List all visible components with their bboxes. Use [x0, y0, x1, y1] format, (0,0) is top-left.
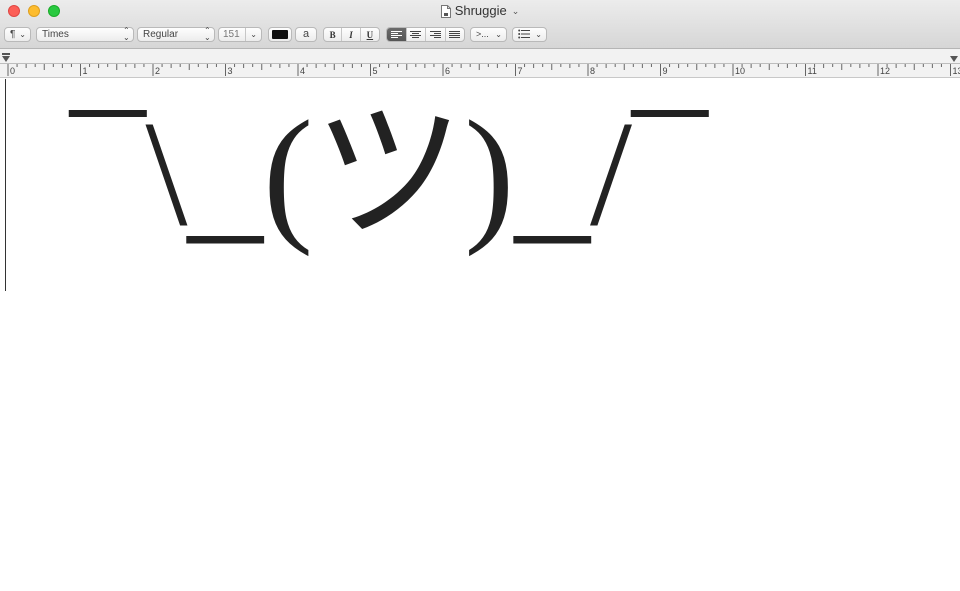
ruler[interactable]: 012345678910111213: [0, 49, 960, 78]
chevron-down-icon: ⌄: [535, 30, 542, 39]
line-spacing-label: >...: [476, 29, 489, 39]
underline-button[interactable]: U: [361, 28, 379, 41]
ruler-number: 10: [735, 66, 745, 76]
chevron-down-icon: ⌄: [495, 30, 502, 39]
ruler-number: 7: [518, 66, 523, 76]
align-right-icon: [429, 30, 441, 39]
ruler-number: 3: [228, 66, 233, 76]
text-color-well[interactable]: [268, 27, 292, 42]
align-right-button[interactable]: [426, 28, 446, 41]
paragraph-styles-button[interactable]: ¶ ⌄: [4, 27, 31, 42]
ruler-number: 2: [155, 66, 160, 76]
align-center-button[interactable]: [407, 28, 426, 41]
italic-button[interactable]: I: [342, 28, 361, 41]
first-line-indent-marker[interactable]: [2, 53, 10, 55]
list-icon: [518, 29, 530, 39]
ruler-number: 8: [590, 66, 595, 76]
document-text[interactable]: ¯\_(ツ)_/¯: [70, 78, 707, 268]
chevron-down-icon: ⌄: [19, 30, 26, 39]
ruler-number: 5: [373, 66, 378, 76]
ruler-number: 11: [808, 66, 817, 76]
stepper-arrows-icon: ⌃ ⌄: [123, 26, 130, 42]
style-segmented-control: B I U: [323, 27, 380, 42]
font-family-select[interactable]: Times ⌃ ⌄: [36, 27, 134, 42]
highlight-color-button[interactable]: a: [295, 27, 317, 42]
right-indent-marker[interactable]: [950, 56, 958, 62]
ruler-number: 6: [445, 66, 450, 76]
chevron-down-icon[interactable]: ⌄: [512, 6, 520, 17]
paragraph-styles-label: ¶: [10, 29, 16, 40]
alignment-segmented-control: [386, 27, 465, 42]
window-title-area[interactable]: Shruggie ⌄: [0, 2, 960, 20]
ruler-number: 0: [10, 66, 15, 76]
justify-icon: [449, 30, 461, 39]
text-color-swatch: [272, 30, 288, 39]
left-indent-marker[interactable]: [2, 56, 10, 62]
align-left-button[interactable]: [387, 28, 407, 41]
ruler-number: 13: [953, 66, 960, 76]
font-style-select[interactable]: Regular ⌃ ⌄: [137, 27, 215, 42]
title-bar: Shruggie ⌄ ¶ ⌄ Times ⌃ ⌄ Regular ⌃ ⌄ 151 ⌄…: [0, 0, 960, 49]
font-size-combo[interactable]: 151 ⌄: [218, 27, 262, 42]
document-area[interactable]: ¯\_(ツ)_/¯: [0, 78, 960, 591]
stepper-arrows-icon: ⌃ ⌄: [204, 26, 211, 42]
ruler-number: 9: [663, 66, 668, 76]
font-size-value[interactable]: 151: [219, 29, 240, 40]
window-title: Shruggie: [454, 3, 507, 18]
text-caret: [5, 79, 6, 291]
font-style-value: Regular: [143, 29, 179, 40]
line-spacing-button[interactable]: >... ⌄: [470, 27, 507, 42]
font-family-value: Times: [42, 29, 69, 40]
align-left-icon: [390, 30, 402, 39]
ruler-number: 4: [300, 66, 305, 76]
ruler-number: 1: [83, 66, 88, 76]
document-icon: [440, 4, 451, 18]
bold-button[interactable]: B: [324, 28, 343, 41]
ruler-scale: 012345678910111213: [0, 53, 960, 76]
chevron-down-icon: ⌄: [250, 30, 257, 39]
ruler-baseline: [0, 63, 960, 64]
align-center-icon: [410, 30, 422, 39]
highlight-label: a: [302, 28, 310, 40]
ruler-number: 12: [880, 66, 890, 76]
lists-button[interactable]: ⌄: [512, 27, 547, 42]
justify-button[interactable]: [446, 28, 465, 41]
